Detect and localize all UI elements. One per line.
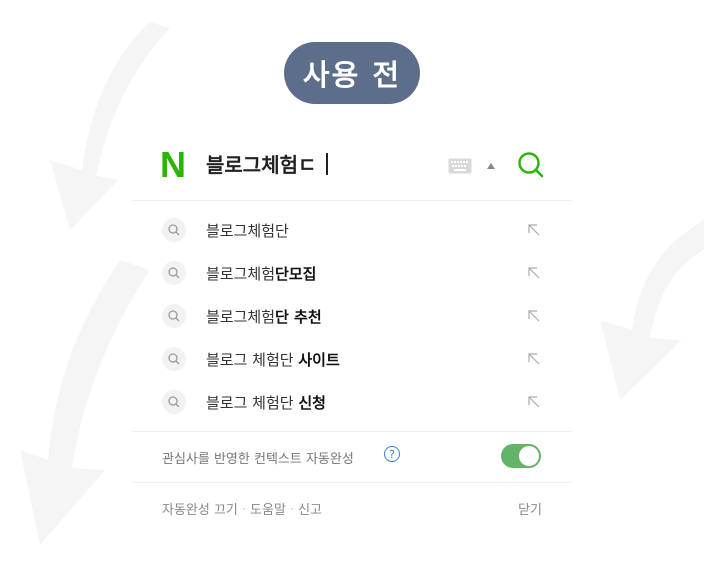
suggestion-item[interactable]: 블로그체험단 xyxy=(132,209,572,252)
suggestion-search-icon xyxy=(162,347,186,371)
turn-off-autocomplete-link[interactable]: 자동완성 끄기 xyxy=(162,503,238,518)
separator: · xyxy=(289,503,295,518)
context-autocomplete-setting: 관심사를 반영한 컨텍스트 자동완성 ? xyxy=(132,431,572,482)
autocomplete-footer: 자동완성 끄기 · 도움말 · 신고 닫기 xyxy=(132,482,572,533)
suggestion-text: 블로그 체험단 사이트 xyxy=(206,351,340,369)
insert-arrow-icon[interactable] xyxy=(527,395,541,409)
autocomplete-panel: N 블로그체험ㄷ 블로그체험단 블로그체험단모집 블로그체험단 추천 블로그 체… xyxy=(132,128,572,533)
suggestion-item[interactable]: 블로그 체험단 사이트 xyxy=(132,338,572,381)
suggestion-text: 블로그체험단 추천 xyxy=(206,308,322,326)
footer-links: 자동완성 끄기 · 도움말 · 신고 xyxy=(162,499,322,518)
context-autocomplete-toggle[interactable] xyxy=(501,444,541,468)
insert-arrow-icon[interactable] xyxy=(527,223,541,237)
search-bar: N 블로그체험ㄷ xyxy=(132,128,572,201)
suggestion-search-icon xyxy=(162,304,186,328)
close-button[interactable]: 닫기 xyxy=(518,499,542,518)
suggestion-list: 블로그체험단 블로그체험단모집 블로그체험단 추천 블로그 체험단 사이트 블로… xyxy=(132,201,572,424)
suggestion-text: 블로그체험단 xyxy=(206,222,289,240)
insert-arrow-icon[interactable] xyxy=(527,309,541,323)
insert-arrow-icon[interactable] xyxy=(527,352,541,366)
insert-arrow-icon[interactable] xyxy=(527,266,541,280)
suggestion-item[interactable]: 블로그체험단 추천 xyxy=(132,295,572,338)
collapse-caret-icon[interactable] xyxy=(486,162,496,170)
keyboard-icon[interactable] xyxy=(448,158,472,174)
suggestion-search-icon xyxy=(162,261,186,285)
report-link[interactable]: 신고 xyxy=(298,503,322,518)
search-icon[interactable] xyxy=(516,150,546,180)
suggestion-item[interactable]: 블로그 체험단 신청 xyxy=(132,381,572,424)
suggestion-search-icon xyxy=(162,218,186,242)
separator: · xyxy=(241,503,247,518)
suggestion-search-icon xyxy=(162,390,186,414)
context-autocomplete-label: 관심사를 반영한 컨텍스트 자동완성 xyxy=(162,452,354,467)
naver-logo[interactable]: N xyxy=(160,147,188,183)
help-icon[interactable]: ? xyxy=(384,446,400,462)
suggestion-text: 블로그체험단모집 xyxy=(206,265,317,283)
suggestion-text: 블로그 체험단 신청 xyxy=(206,394,326,412)
help-link[interactable]: 도움말 xyxy=(250,503,286,518)
search-input[interactable]: 블로그체험ㄷ xyxy=(206,151,316,179)
before-use-badge: 사용 전 xyxy=(284,42,420,104)
suggestion-item[interactable]: 블로그체험단모집 xyxy=(132,252,572,295)
toggle-knob xyxy=(519,446,539,466)
text-cursor xyxy=(326,153,328,175)
